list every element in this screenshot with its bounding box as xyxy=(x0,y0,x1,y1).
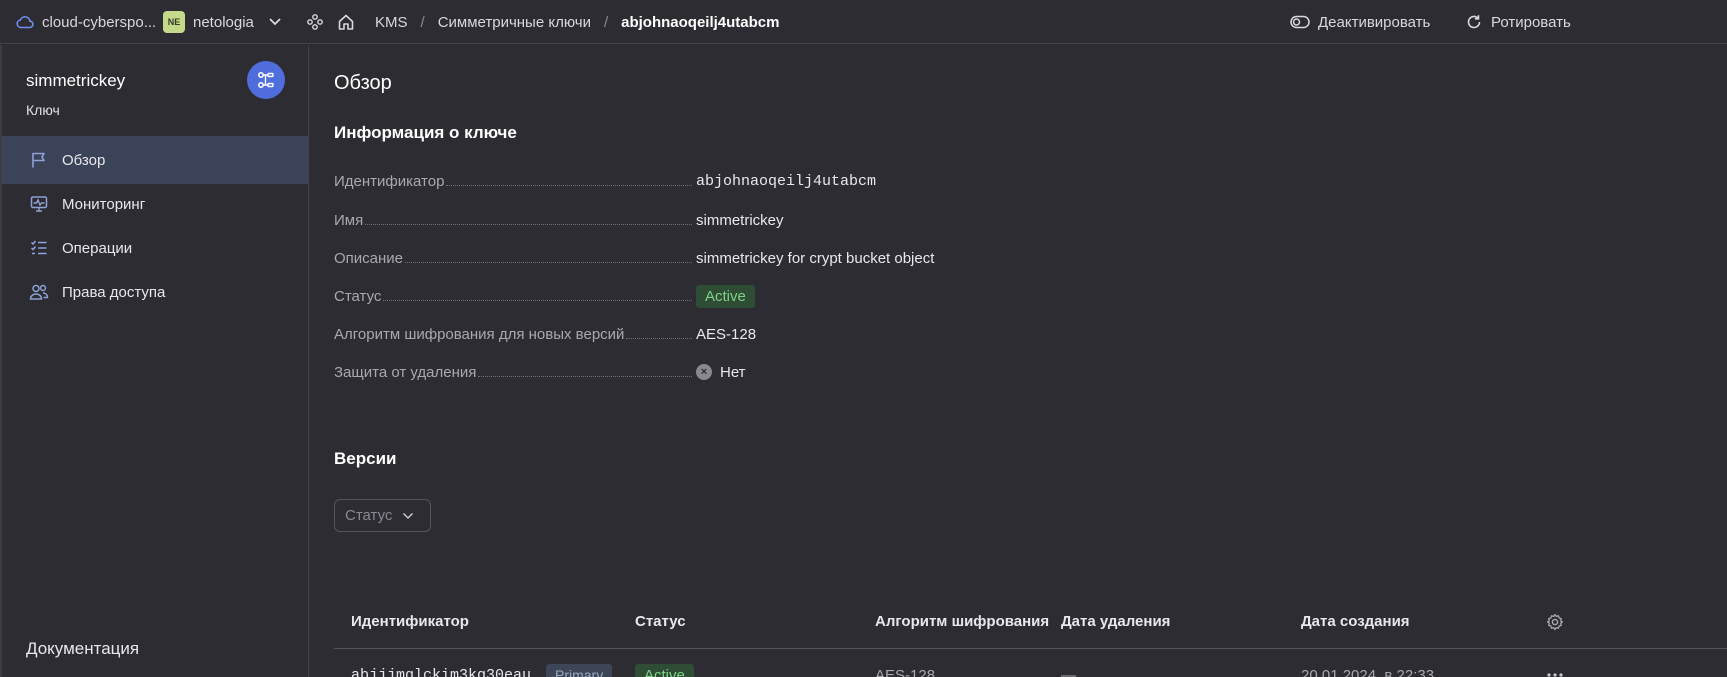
property-row-deletion-protection: Защита от удаления × Нет xyxy=(334,360,1334,384)
column-header-deleted: Дата удаления xyxy=(1061,613,1171,630)
version-deleted: — xyxy=(1061,666,1076,677)
home-icon[interactable] xyxy=(337,0,355,44)
property-row-id: Идентификатор abjohnaoqeilj4utabcm xyxy=(334,169,1334,193)
status-badge: Active xyxy=(635,663,694,677)
key-name-value: simmetrickey xyxy=(696,211,784,229)
breadcrumb-kms[interactable]: KMS xyxy=(375,14,408,31)
deactivate-button[interactable]: Деактивировать xyxy=(1290,0,1430,44)
related-resources-button[interactable] xyxy=(247,61,285,99)
versions-heading: Версии xyxy=(334,449,397,468)
chevron-down-icon[interactable] xyxy=(268,17,282,27)
cloud-selector[interactable]: cloud-cyberspo... xyxy=(16,0,156,44)
column-header-created: Дата создания xyxy=(1301,613,1410,630)
property-row-name: Имя simmetrickey xyxy=(334,208,1334,232)
property-label: Алгоритм шифрования для новых версий xyxy=(334,325,625,343)
folder-selector[interactable]: NE netologia xyxy=(163,0,282,44)
services-icon[interactable] xyxy=(306,0,324,44)
breadcrumb-separator: / xyxy=(603,13,609,31)
sidebar-item-monitoring[interactable]: Мониторинг xyxy=(2,180,309,228)
key-description-value: simmetrickey for crypt bucket object xyxy=(696,249,935,267)
property-label: Описание xyxy=(334,249,404,267)
breadcrumb-current: abjohnaoqeilj4utabcm xyxy=(621,13,780,31)
version-id: abjjjmglckim3kg30eau xyxy=(351,666,532,677)
column-header-status: Статус xyxy=(635,613,686,630)
sidebar-item-operations[interactable]: Операции xyxy=(2,224,309,272)
toggle-icon xyxy=(1290,15,1310,29)
documentation-link[interactable]: Документация xyxy=(26,639,139,659)
top-bar: cloud-cyberspo... NE netologia KMS / Сим… xyxy=(0,0,1727,44)
monitor-icon xyxy=(28,193,50,215)
page-title: Обзор xyxy=(334,72,392,94)
sidebar: simmetrickey Ключ Обзор Мониторинг Опера… xyxy=(0,45,309,677)
algorithm-value: AES-128 xyxy=(696,325,757,343)
resource-title: simmetrickey xyxy=(26,71,126,90)
status-badge: Active xyxy=(696,284,755,308)
users-icon xyxy=(28,281,50,303)
key-id-value[interactable]: abjohnaoqeilj4utabcm xyxy=(696,173,876,190)
chevron-down-icon xyxy=(402,512,414,520)
main-content: Обзор Информация о ключе Идентификатор a… xyxy=(310,45,1727,677)
sidebar-item-overview[interactable]: Обзор xyxy=(2,136,309,184)
version-created: 20.01.2024, в 22:33 xyxy=(1301,666,1435,677)
property-label: Статус xyxy=(334,287,382,305)
property-row-algorithm: Алгоритм шифрования для новых версий AES… xyxy=(334,322,1334,346)
cloud-icon xyxy=(16,15,34,29)
refresh-icon xyxy=(1466,14,1482,30)
table-row[interactable]: abjjjmglckim3kg30eau Primary Active AES-… xyxy=(334,650,1727,677)
property-row-status: Статус Active xyxy=(334,284,1334,308)
nodes-icon xyxy=(256,70,276,90)
sidebar-item-label: Мониторинг xyxy=(62,195,146,213)
rotate-label: Ротировать xyxy=(1491,13,1571,31)
version-algorithm: AES-128 xyxy=(875,666,936,677)
rotate-button[interactable]: Ротировать xyxy=(1466,0,1571,44)
gear-icon[interactable] xyxy=(1546,613,1564,631)
column-header-id: Идентификатор xyxy=(351,613,469,630)
close-circle-icon: × xyxy=(696,364,712,380)
breadcrumb-symmetric-keys[interactable]: Симметричные ключи xyxy=(438,14,591,31)
key-info-heading: Информация о ключе xyxy=(334,123,517,142)
more-actions-icon[interactable] xyxy=(1546,650,1564,677)
folder-name: netologia xyxy=(193,13,254,31)
cloud-name: cloud-cyberspo... xyxy=(42,13,157,31)
column-header-algorithm: Алгоритм шифрования xyxy=(875,613,1050,630)
property-label: Идентификатор xyxy=(334,172,445,190)
property-row-description: Описание simmetrickey for crypt bucket o… xyxy=(334,246,1334,270)
sidebar-item-label: Операции xyxy=(62,239,133,257)
status-filter-select[interactable]: Статус xyxy=(334,499,431,532)
sidebar-item-label: Права доступа xyxy=(62,283,166,301)
resource-type: Ключ xyxy=(26,102,60,118)
folder-badge: NE xyxy=(163,11,185,33)
checklist-icon xyxy=(28,237,50,259)
filter-label: Статус xyxy=(345,507,393,524)
deactivate-label: Деактивировать xyxy=(1318,13,1431,31)
flag-icon xyxy=(28,149,50,171)
table-header: Идентификатор Статус Алгоритм шифрования… xyxy=(334,595,1727,649)
primary-badge: Primary xyxy=(546,664,613,677)
breadcrumb: KMS / Симметричные ключи / abjohnaoqeilj… xyxy=(375,0,779,44)
property-label: Имя xyxy=(334,211,364,229)
property-label: Защита от удаления xyxy=(334,363,477,381)
breadcrumb-separator: / xyxy=(420,13,425,31)
sidebar-item-label: Обзор xyxy=(62,151,106,169)
deletion-protection-value: Нет xyxy=(720,363,746,381)
sidebar-item-access[interactable]: Права доступа xyxy=(2,268,309,316)
